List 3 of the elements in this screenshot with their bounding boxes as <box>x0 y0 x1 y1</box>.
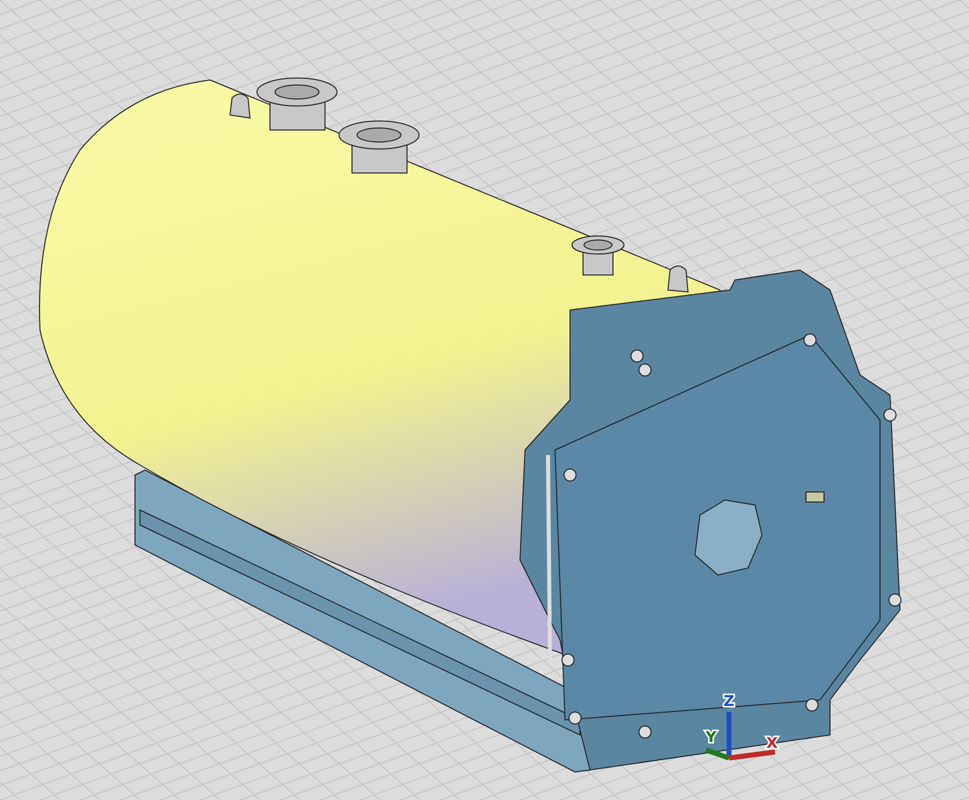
axis-label: Y <box>706 728 716 746</box>
axis-label: Z <box>724 692 734 710</box>
axis-label: X <box>766 734 778 752</box>
